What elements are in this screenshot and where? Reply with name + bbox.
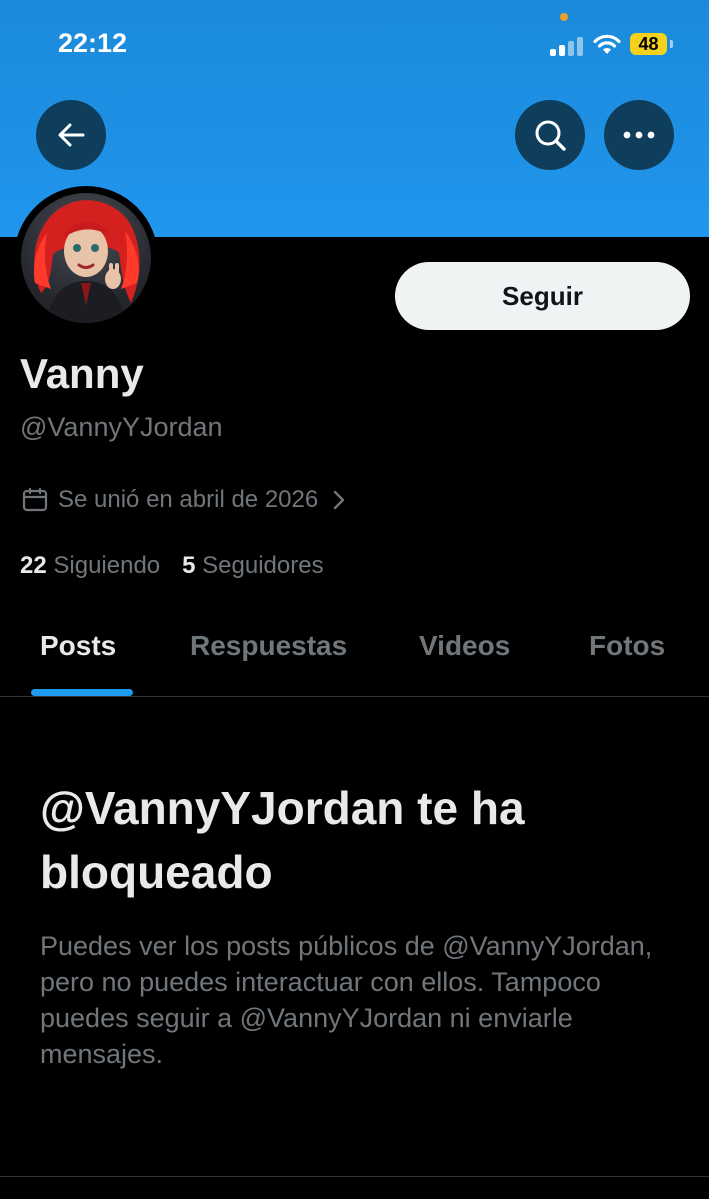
user-handle: @VannyYJordan <box>20 412 223 442</box>
chevron-right-icon <box>334 490 345 510</box>
blocked-description: Puedes ver los posts públicos de @VannyY… <box>40 931 653 1069</box>
join-date-text: Se unió en abril de 2026 <box>58 486 319 513</box>
more-options-button[interactable] <box>604 100 674 170</box>
bottom-divider <box>0 1176 709 1177</box>
calendar-icon <box>22 487 48 512</box>
tab-fotos[interactable]: Fotos <box>589 630 665 662</box>
active-tab-indicator <box>31 689 133 696</box>
following-label: Siguiendo <box>53 552 161 579</box>
followers-label: Seguidores <box>202 552 324 579</box>
search-icon <box>535 120 566 151</box>
privacy-indicator-dot <box>560 13 568 21</box>
join-date[interactable]: Se unió en abril de 2026 <box>22 486 346 514</box>
search-button[interactable] <box>515 100 585 170</box>
cellular-signal-icon <box>550 36 584 56</box>
follow-counts: 22 Siguiendo 5 Seguidores <box>20 552 324 580</box>
following-count[interactable]: 22 Siguiendo <box>20 552 160 579</box>
tab-respuestas[interactable]: Respuestas <box>190 630 347 662</box>
battery-cap <box>670 40 673 48</box>
wifi-icon <box>593 34 621 54</box>
avatar-image <box>21 193 151 323</box>
profile-tabs: Posts Respuestas Videos Fotos <box>0 600 709 697</box>
follow-button[interactable]: Seguir <box>395 262 690 330</box>
back-arrow-icon <box>58 123 85 147</box>
battery-indicator: 48 <box>630 33 667 55</box>
avatar-illustration <box>33 200 140 323</box>
tab-posts[interactable]: Posts <box>40 630 116 662</box>
followers-count[interactable]: 5 Seguidores <box>182 552 323 579</box>
display-name: Vanny <box>20 350 144 397</box>
status-time: 22:12 <box>58 28 128 58</box>
followers-number: 5 <box>182 552 196 579</box>
blocked-title: @VannyYJordan te ha bloqueado <box>40 782 525 898</box>
more-options-icon <box>623 131 655 139</box>
avatar[interactable] <box>14 186 158 330</box>
back-button[interactable] <box>36 100 106 170</box>
following-number: 22 <box>20 552 47 579</box>
tab-videos[interactable]: Videos <box>419 630 510 662</box>
